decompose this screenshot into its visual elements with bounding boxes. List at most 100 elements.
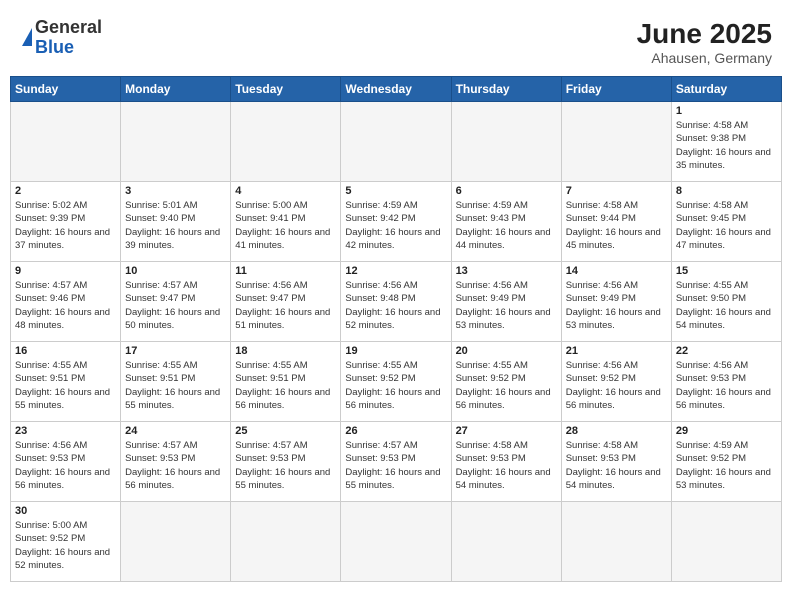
calendar-day-cell: 5 Sunrise: 4:59 AM Sunset: 9:42 PM Daylig…	[341, 182, 451, 262]
calendar-day-cell	[561, 102, 671, 182]
day-info: Sunrise: 4:57 AM Sunset: 9:46 PM Dayligh…	[15, 279, 116, 332]
day-number: 29	[676, 425, 777, 437]
calendar-day-cell: 12 Sunrise: 4:56 AM Sunset: 9:48 PM Dayli…	[341, 262, 451, 342]
calendar-week-row: 16 Sunrise: 4:55 AM Sunset: 9:51 PM Dayli…	[11, 342, 782, 422]
day-number: 27	[456, 425, 557, 437]
calendar-day-header: Thursday	[451, 77, 561, 102]
calendar-day-header: Friday	[561, 77, 671, 102]
calendar-day-cell: 16Sunrise: 4:55 AM Sunset: 9:51 PM Dayli…	[11, 342, 121, 422]
calendar-day-cell	[451, 102, 561, 182]
calendar-day-cell: 3 Sunrise: 5:01 AM Sunset: 9:40 PM Daylig…	[121, 182, 231, 262]
calendar-day-cell	[561, 502, 671, 582]
day-number: 6	[456, 185, 557, 197]
calendar-table: SundayMondayTuesdayWednesdayThursdayFrid…	[10, 76, 782, 582]
calendar-day-cell: 18 Sunrise: 4:55 AM Sunset: 9:51 PM Dayli…	[231, 342, 341, 422]
calendar-day-cell	[341, 502, 451, 582]
calendar-day-cell: 20 Sunrise: 4:55 AM Sunset: 9:52 PM Dayli…	[451, 342, 561, 422]
day-info: Sunrise: 4:56 AM Sunset: 9:49 PM Dayligh…	[456, 279, 557, 332]
day-info: Sunrise: 4:57 AM Sunset: 9:53 PM Dayligh…	[235, 439, 336, 492]
calendar-day-cell: 13 Sunrise: 4:56 AM Sunset: 9:49 PM Dayli…	[451, 262, 561, 342]
location-title: Ahausen, Germany	[637, 50, 772, 66]
calendar-day-cell: 9 Sunrise: 4:57 AM Sunset: 9:46 PM Daylig…	[11, 262, 121, 342]
calendar-day-cell: 28 Sunrise: 4:58 AM Sunset: 9:53 PM Dayli…	[561, 422, 671, 502]
day-number: 8	[676, 185, 777, 197]
day-number: 2	[15, 185, 116, 197]
day-number: 30	[15, 505, 116, 517]
day-info: Sunrise: 4:57 AM Sunset: 9:53 PM Dayligh…	[345, 439, 446, 492]
calendar-week-row: 9 Sunrise: 4:57 AM Sunset: 9:46 PM Daylig…	[11, 262, 782, 342]
day-number: 5	[345, 185, 446, 197]
calendar-day-cell: 2Sunrise: 5:02 AM Sunset: 9:39 PM Daylig…	[11, 182, 121, 262]
day-number: 12	[345, 265, 446, 277]
day-number: 7	[566, 185, 667, 197]
day-info: Sunrise: 4:58 AM Sunset: 9:44 PM Dayligh…	[566, 199, 667, 252]
day-info: Sunrise: 5:01 AM Sunset: 9:40 PM Dayligh…	[125, 199, 226, 252]
day-info: Sunrise: 4:55 AM Sunset: 9:51 PM Dayligh…	[235, 359, 336, 412]
page-header: General Blue June 2025 Ahausen, Germany	[10, 10, 782, 70]
calendar-day-cell: 17 Sunrise: 4:55 AM Sunset: 9:51 PM Dayli…	[121, 342, 231, 422]
day-info: Sunrise: 4:57 AM Sunset: 9:53 PM Dayligh…	[125, 439, 226, 492]
calendar-week-row: 23Sunrise: 4:56 AM Sunset: 9:53 PM Dayli…	[11, 422, 782, 502]
calendar-day-cell: 24 Sunrise: 4:57 AM Sunset: 9:53 PM Dayli…	[121, 422, 231, 502]
day-number: 9	[15, 265, 116, 277]
calendar-week-row: 1Sunrise: 4:58 AM Sunset: 9:38 PM Daylig…	[11, 102, 782, 182]
day-info: Sunrise: 4:55 AM Sunset: 9:52 PM Dayligh…	[456, 359, 557, 412]
day-info: Sunrise: 4:58 AM Sunset: 9:53 PM Dayligh…	[566, 439, 667, 492]
calendar-day-cell: 10Sunrise: 4:57 AM Sunset: 9:47 PM Dayli…	[121, 262, 231, 342]
day-info: Sunrise: 4:56 AM Sunset: 9:49 PM Dayligh…	[566, 279, 667, 332]
day-info: Sunrise: 5:00 AM Sunset: 9:41 PM Dayligh…	[235, 199, 336, 252]
day-info: Sunrise: 4:55 AM Sunset: 9:51 PM Dayligh…	[125, 359, 226, 412]
calendar-day-cell: 15Sunrise: 4:55 AM Sunset: 9:50 PM Dayli…	[671, 262, 781, 342]
day-info: Sunrise: 4:56 AM Sunset: 9:47 PM Dayligh…	[235, 279, 336, 332]
day-number: 22	[676, 345, 777, 357]
calendar-day-cell: 25Sunrise: 4:57 AM Sunset: 9:53 PM Dayli…	[231, 422, 341, 502]
calendar-day-cell: 27 Sunrise: 4:58 AM Sunset: 9:53 PM Dayli…	[451, 422, 561, 502]
day-info: Sunrise: 4:58 AM Sunset: 9:53 PM Dayligh…	[456, 439, 557, 492]
calendar-day-cell: 19Sunrise: 4:55 AM Sunset: 9:52 PM Dayli…	[341, 342, 451, 422]
day-info: Sunrise: 4:56 AM Sunset: 9:52 PM Dayligh…	[566, 359, 667, 412]
day-info: Sunrise: 4:56 AM Sunset: 9:48 PM Dayligh…	[345, 279, 446, 332]
day-number: 16	[15, 345, 116, 357]
day-number: 20	[456, 345, 557, 357]
day-number: 21	[566, 345, 667, 357]
day-number: 24	[125, 425, 226, 437]
calendar-day-cell: 22Sunrise: 4:56 AM Sunset: 9:53 PM Dayli…	[671, 342, 781, 422]
calendar-week-row: 2Sunrise: 5:02 AM Sunset: 9:39 PM Daylig…	[11, 182, 782, 262]
calendar-day-cell	[121, 102, 231, 182]
calendar-day-header: Wednesday	[341, 77, 451, 102]
day-number: 1	[676, 105, 777, 117]
calendar-day-cell	[231, 102, 341, 182]
day-number: 18	[235, 345, 336, 357]
calendar-day-cell: 14 Sunrise: 4:56 AM Sunset: 9:49 PM Dayli…	[561, 262, 671, 342]
calendar-day-cell: 8Sunrise: 4:58 AM Sunset: 9:45 PM Daylig…	[671, 182, 781, 262]
calendar-day-cell	[121, 502, 231, 582]
logo: General Blue	[20, 18, 102, 58]
day-info: Sunrise: 4:59 AM Sunset: 9:52 PM Dayligh…	[676, 439, 777, 492]
calendar-day-header: Sunday	[11, 77, 121, 102]
day-info: Sunrise: 4:55 AM Sunset: 9:52 PM Dayligh…	[345, 359, 446, 412]
day-number: 10	[125, 265, 226, 277]
day-number: 28	[566, 425, 667, 437]
calendar-day-cell	[11, 102, 121, 182]
logo-triangle-icon	[22, 28, 32, 46]
day-info: Sunrise: 4:56 AM Sunset: 9:53 PM Dayligh…	[15, 439, 116, 492]
day-info: Sunrise: 4:55 AM Sunset: 9:50 PM Dayligh…	[676, 279, 777, 332]
day-number: 11	[235, 265, 336, 277]
day-info: Sunrise: 4:59 AM Sunset: 9:43 PM Dayligh…	[456, 199, 557, 252]
calendar-day-cell: 30 Sunrise: 5:00 AM Sunset: 9:52 PM Dayli…	[11, 502, 121, 582]
calendar-day-cell	[451, 502, 561, 582]
day-info: Sunrise: 5:00 AM Sunset: 9:52 PM Dayligh…	[15, 519, 116, 572]
day-number: 17	[125, 345, 226, 357]
logo-blue-text: Blue	[35, 38, 102, 58]
day-number: 13	[456, 265, 557, 277]
calendar-day-cell	[671, 502, 781, 582]
calendar-day-cell	[341, 102, 451, 182]
calendar-day-cell: 7 Sunrise: 4:58 AM Sunset: 9:44 PM Daylig…	[561, 182, 671, 262]
day-number: 3	[125, 185, 226, 197]
calendar-week-row: 30 Sunrise: 5:00 AM Sunset: 9:52 PM Dayli…	[11, 502, 782, 582]
calendar-day-cell: 29 Sunrise: 4:59 AM Sunset: 9:52 PM Dayli…	[671, 422, 781, 502]
day-number: 26	[345, 425, 446, 437]
day-info: Sunrise: 4:59 AM Sunset: 9:42 PM Dayligh…	[345, 199, 446, 252]
day-number: 14	[566, 265, 667, 277]
calendar-day-cell: 21 Sunrise: 4:56 AM Sunset: 9:52 PM Dayli…	[561, 342, 671, 422]
